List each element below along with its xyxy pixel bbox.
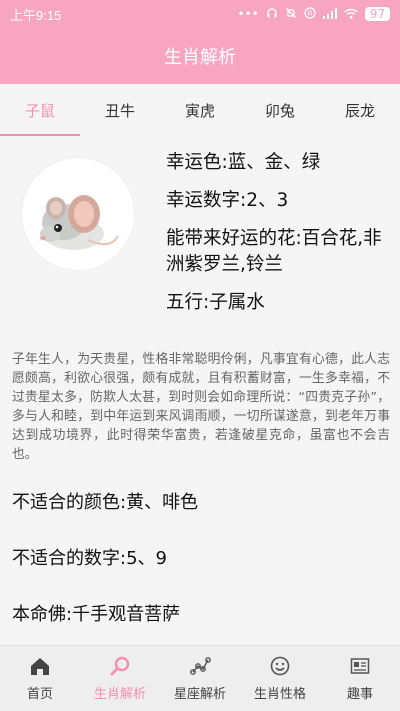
five-element: 五行:子属水: [166, 292, 265, 313]
tab-label: 子鼠: [24, 101, 55, 120]
lucky-summary: 幸运色:蓝、金、绿 幸运数字:2、3 能带来好运的花:百合花,非洲紫罗兰,铃兰 …: [166, 150, 388, 328]
wifi-icon: [344, 8, 358, 21]
nav-fun-facts[interactable]: 趣事: [320, 646, 400, 711]
nav-constellation[interactable]: 星座解析: [160, 646, 240, 711]
app-bar: 生肖解析: [0, 28, 400, 84]
mute-bell-icon: [285, 7, 297, 21]
tab-dragon[interactable]: 辰龙: [320, 84, 400, 136]
more-icon: •••: [237, 7, 259, 21]
lucky-number: 幸运数字:2、3: [166, 190, 289, 211]
signal-icon: [322, 7, 337, 21]
tab-label: 辰龙: [344, 101, 375, 120]
svg-text:R: R: [307, 11, 312, 18]
smile-icon: [270, 656, 290, 676]
constellation-icon: [190, 657, 211, 675]
home-icon: [31, 658, 49, 675]
lucky-flower: 能带来好运的花:百合花,非洲紫罗兰,铃兰: [166, 228, 382, 275]
status-bar: 上午9:15 ••• R 97: [0, 0, 400, 28]
tab-ox[interactable]: 丑牛: [80, 84, 160, 136]
tab-rabbit[interactable]: 卯兔: [240, 84, 320, 136]
nav-personality[interactable]: 生肖性格: [240, 646, 320, 711]
page-title: 生肖解析: [164, 47, 236, 68]
search-icon: [110, 656, 130, 676]
nav-label: 生肖性格: [253, 687, 306, 702]
bottom-nav: 首页 生肖解析 星座解析 生肖性格 趣事: [0, 645, 400, 711]
nav-label: 首页: [26, 687, 53, 702]
zodiac-tabs: 子鼠 丑牛 寅虎 卯兔 辰龙: [0, 84, 400, 136]
nav-label: 星座解析: [173, 687, 226, 702]
battery-icon: 97: [364, 7, 390, 21]
rat-avatar: [22, 158, 134, 270]
rat-icon: [22, 158, 134, 270]
tab-label: 寅虎: [184, 101, 215, 120]
status-icons: ••• R 97: [237, 7, 390, 21]
tab-rat[interactable]: 子鼠: [0, 84, 80, 136]
nav-zodiac-analysis[interactable]: 生肖解析: [80, 646, 160, 711]
nav-home[interactable]: 首页: [0, 646, 80, 711]
tab-label: 丑牛: [104, 101, 135, 120]
registered-icon: R: [304, 7, 316, 21]
zodiac-description: 子年生人，为天贵星，性格非常聪明伶俐，凡事宜有心德，此人志愿颇高，利欲心很强，颇…: [12, 352, 390, 462]
nav-label: 生肖解析: [93, 687, 146, 702]
lucky-color: 幸运色:蓝、金、绿: [166, 152, 321, 173]
nav-label: 趣事: [346, 687, 373, 702]
unlucky-number: 不适合的数字:5、9: [12, 548, 167, 569]
zodiac-notes: 不适合的颜色:黄、啡色 不适合的数字:5、9 本命佛:千手观音菩萨: [12, 488, 390, 656]
tab-tiger[interactable]: 寅虎: [160, 84, 240, 136]
status-time: 上午9:15: [10, 7, 62, 23]
unlucky-color: 不适合的颜色:黄、啡色: [12, 492, 199, 513]
news-icon: [350, 658, 370, 674]
tab-label: 卯兔: [264, 101, 295, 120]
headset-icon: [266, 7, 278, 21]
